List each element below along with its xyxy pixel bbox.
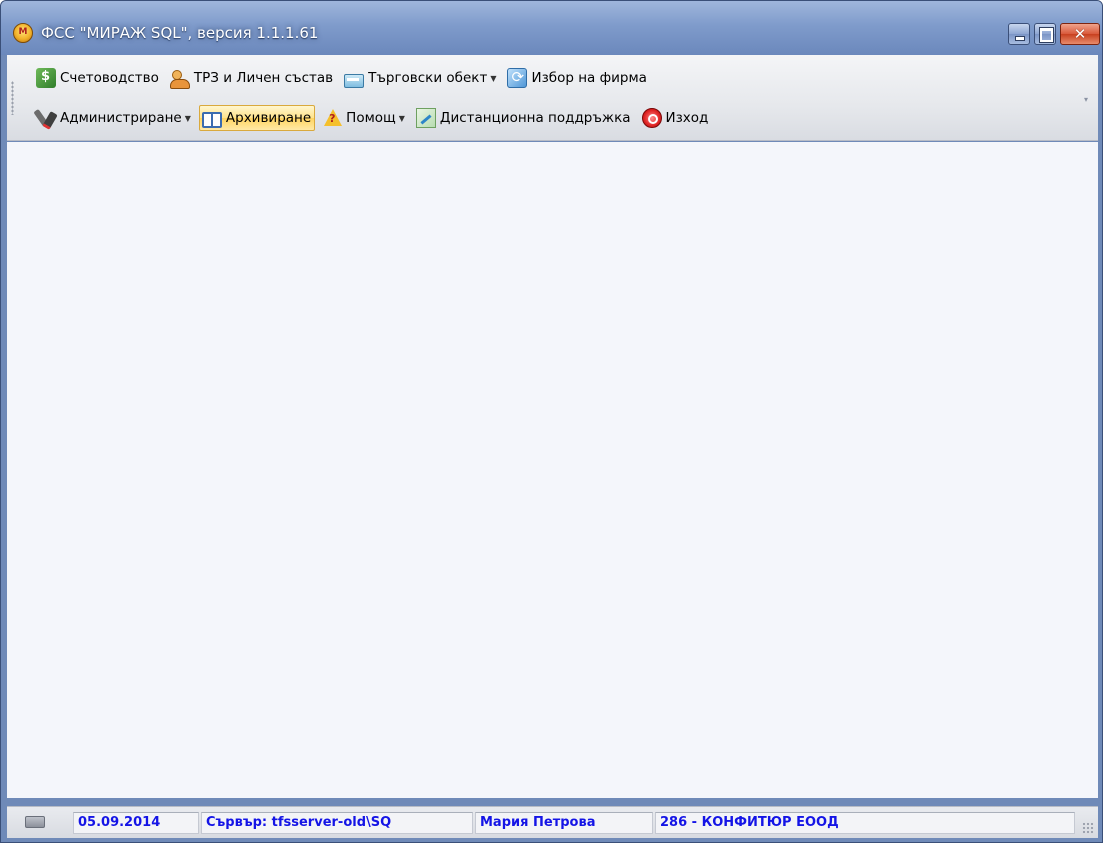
administration-button[interactable]: Администриране ▼: [33, 105, 195, 131]
resize-grip-icon[interactable]: [1082, 822, 1094, 834]
status-server: Сървър: tfsserver-old\SQ: [201, 812, 473, 834]
select-firm-button[interactable]: Избор на фирма: [504, 65, 650, 91]
minimize-button[interactable]: [1008, 23, 1030, 45]
maximize-button[interactable]: [1034, 23, 1056, 45]
close-icon: ✕: [1073, 25, 1087, 43]
store-icon: [344, 74, 365, 88]
payroll-staff-button[interactable]: ТРЗ и Личен състав: [167, 65, 337, 91]
remote-support-label: Дистанционна поддръжка: [439, 110, 631, 126]
archiving-button[interactable]: Архивиране: [198, 105, 316, 131]
archiving-label: Архивиране: [225, 110, 312, 126]
remote-support-icon: [415, 108, 436, 128]
exit-icon: [641, 108, 662, 128]
chevron-down-icon: ▼: [398, 113, 405, 123]
title-bar[interactable]: ФСС "МИРАЖ SQL", версия 1.1.1.61 ✕: [1, 1, 1102, 55]
status-date: 05.09.2014: [73, 812, 199, 834]
status-user: Мария Петрова: [475, 812, 653, 834]
toolbar-grip[interactable]: [11, 81, 14, 115]
maximize-icon: [1035, 24, 1055, 44]
help-label: Помощ: [346, 110, 396, 126]
accounting-label: Счетоводство: [60, 70, 159, 86]
admin-tools-icon: [36, 108, 56, 128]
window-title: ФСС "МИРАЖ SQL", версия 1.1.1.61: [41, 24, 319, 42]
status-bar: 05.09.2014 Сървър: tfsserver-old\SQ Мари…: [7, 806, 1098, 838]
exit-button[interactable]: Изход: [639, 105, 713, 131]
status-company: 286 - КОНФИТЮР ЕООД: [655, 812, 1075, 834]
trade-object-label: Търговски обект: [368, 70, 488, 86]
toolbar-row-1: Счетоводство ТРЗ и Личен състав Търговск…: [33, 65, 655, 91]
payroll-staff-label: ТРЗ и Личен състав: [193, 70, 334, 86]
minimize-icon: [1009, 24, 1029, 44]
staff-icon: [169, 68, 190, 89]
mdi-client-area[interactable]: [7, 142, 1098, 798]
main-toolbar: ▾ Счетоводство ТРЗ и Личен състав Търгов…: [7, 55, 1098, 141]
trade-object-button[interactable]: Търговски обект ▼: [341, 65, 500, 91]
accounting-button[interactable]: Счетоводство: [33, 65, 163, 91]
archive-book-icon: [201, 112, 222, 128]
firm-select-icon: [507, 68, 528, 88]
administration-label: Администриране: [60, 110, 182, 126]
help-button[interactable]: Помощ ▼: [319, 105, 409, 131]
toolbar-row-2: Администриране ▼ Архивиране Помощ ▼ Дист…: [33, 105, 716, 131]
accounting-icon: [36, 68, 56, 88]
chevron-down-icon: ▼: [184, 113, 191, 123]
exit-label: Изход: [665, 110, 709, 126]
app-window: ФСС "МИРАЖ SQL", версия 1.1.1.61 ✕ ▾ Сче…: [0, 0, 1103, 843]
close-button[interactable]: ✕: [1060, 23, 1100, 45]
app-logo-icon[interactable]: [13, 23, 33, 43]
remote-support-button[interactable]: Дистанционна поддръжка: [413, 105, 635, 131]
help-icon: [322, 108, 343, 128]
toolbar-overflow-icon[interactable]: ▾: [1084, 95, 1092, 104]
keyboard-icon: [25, 816, 45, 828]
select-firm-label: Избор на фирма: [531, 70, 647, 86]
chevron-down-icon: ▼: [490, 73, 497, 83]
